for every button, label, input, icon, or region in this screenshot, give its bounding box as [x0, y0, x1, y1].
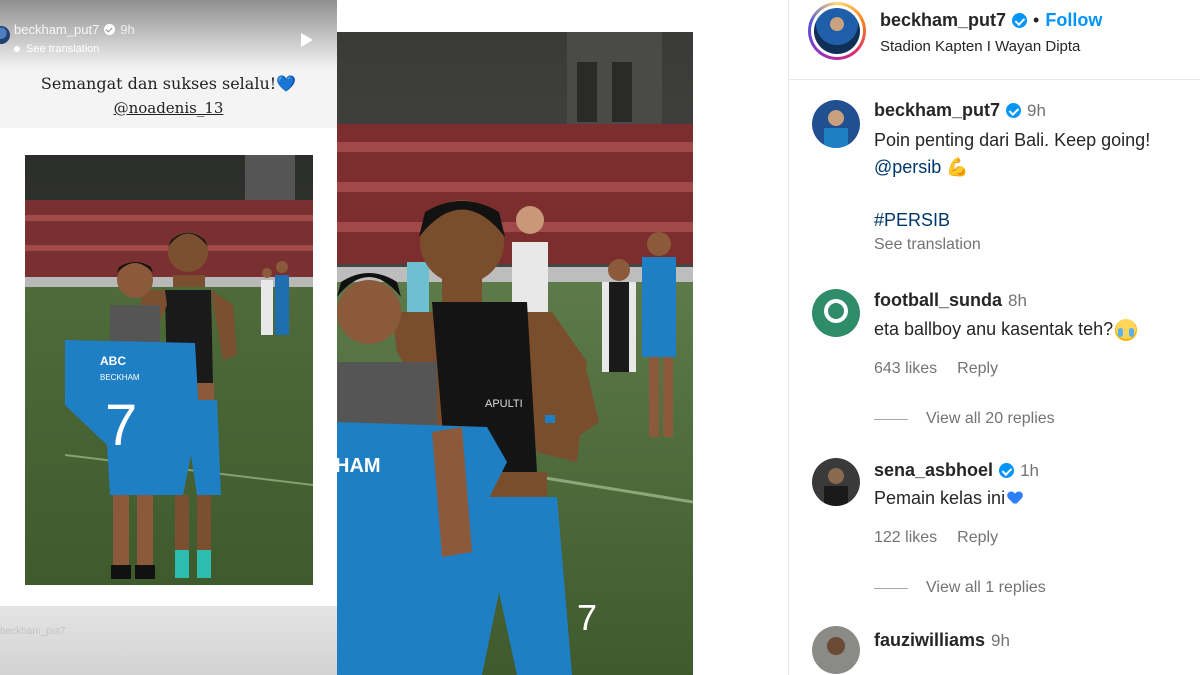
post-photo-image: APULTI 7 HAM — [337, 32, 693, 675]
comment-text: Poin penting dari Bali. Keep going! — [874, 130, 1151, 150]
comment-time: 1h — [1020, 460, 1039, 480]
jersey-fragment-text: HAM — [337, 455, 381, 477]
story-screenshot: beckham_put7 9h See translation Semangat… — [0, 0, 337, 675]
see-translation-link[interactable]: See translation — [874, 236, 981, 254]
comment-username[interactable]: football_sunda — [874, 290, 1002, 311]
crying-emoji — [1115, 319, 1138, 342]
separator-dot: • — [1033, 10, 1040, 30]
hashtag-link[interactable]: #PERSIB — [874, 210, 950, 231]
story-footer-username: beckham_put7 — [0, 626, 66, 637]
story-photo-image: ABC BECKHAM 7 — [25, 155, 313, 585]
jersey-number-text: 7 — [105, 393, 137, 458]
like-count[interactable]: 122 likes — [874, 529, 937, 547]
commenter-avatar[interactable] — [812, 289, 860, 337]
avatar-image — [812, 458, 860, 506]
verified-icon — [1006, 103, 1022, 118]
comment-author-row: beckham_put7 9h — [874, 100, 1046, 121]
avatar-image — [812, 100, 860, 148]
post-location[interactable]: Stadion Kapten I Wayan Dipta — [880, 38, 1080, 55]
post-photo[interactable]: APULTI 7 HAM — [337, 32, 693, 675]
view-replies-label: View all 20 replies — [926, 410, 1055, 427]
story-mention[interactable]: @noadenis_13 — [0, 99, 337, 117]
post-panel: beckham_put7 • Follow Stadion Kapten I W… — [788, 0, 1200, 675]
comment-time: 9h — [1027, 100, 1046, 120]
story-caption: Semangat dan sukses selalu!💙 — [0, 74, 337, 93]
jersey-name-text: BECKHAM — [100, 373, 140, 382]
comment-time: 9h — [991, 630, 1010, 650]
comment-username[interactable]: fauziwilliams — [874, 630, 985, 651]
story-see-translation-label: See translation — [26, 43, 100, 55]
comment-text: eta ballboy anu kasentak teh? — [874, 319, 1114, 339]
reply-button[interactable]: Reply — [957, 360, 998, 378]
commenter-avatar[interactable] — [812, 626, 860, 674]
jersey-sponsor-text: ABC — [100, 354, 126, 368]
blue-heart-emoji: 💙 — [276, 74, 297, 93]
comment-author-row: football_sunda 8h — [874, 290, 1027, 311]
reply-button[interactable]: Reply — [957, 529, 998, 547]
comment-meta: 643 likes Reply — [874, 360, 998, 378]
story-photo: ABC BECKHAM 7 — [25, 155, 313, 585]
post-author-avatar[interactable] — [808, 2, 866, 60]
divider-line — [874, 418, 908, 420]
view-replies-label: View all 1 replies — [926, 579, 1046, 596]
view-replies-button[interactable]: View all 20 replies — [874, 410, 1055, 428]
dot-icon — [14, 46, 20, 52]
story-user-row[interactable]: beckham_put7 9h — [14, 22, 135, 37]
story-time: 9h — [120, 22, 135, 37]
comment-username[interactable]: beckham_put7 — [874, 100, 1000, 121]
commenter-avatar[interactable] — [812, 458, 860, 506]
comment-time: 8h — [1008, 290, 1027, 310]
comment-author-row: sena_asbhoel 1h — [874, 460, 1039, 481]
shirt-sponsor-text: APULTI — [485, 398, 523, 410]
divider-line — [874, 587, 908, 589]
comment-text-row: eta ballboy anu kasentak teh? — [874, 319, 1138, 342]
comment-meta: 122 likes Reply — [874, 529, 998, 547]
blue-heart-emoji — [1008, 492, 1022, 505]
verified-icon — [1012, 13, 1028, 28]
story-username[interactable]: beckham_put7 — [14, 22, 99, 37]
comment-username[interactable]: sena_asbhoel — [874, 460, 993, 481]
comment-author-row: fauziwilliams 9h — [874, 630, 1010, 651]
avatar-image — [812, 626, 860, 674]
post-author-username[interactable]: beckham_put7 — [880, 10, 1006, 31]
comment-mention-row: @persib 💪 — [874, 157, 969, 178]
like-count[interactable]: 643 likes — [874, 360, 937, 378]
flexed-biceps-emoji: 💪 — [946, 157, 969, 177]
follow-button[interactable]: Follow — [1045, 10, 1102, 31]
play-icon[interactable] — [301, 33, 313, 47]
verified-icon — [104, 24, 116, 35]
post-author-row: beckham_put7 • Follow — [880, 10, 1102, 31]
post-header: beckham_put7 • Follow Stadion Kapten I W… — [789, 0, 1200, 80]
story-footer — [0, 606, 337, 675]
comment-text: Pemain kelas ini — [874, 488, 1006, 508]
verified-icon — [999, 463, 1015, 478]
mention-link[interactable]: @persib — [874, 157, 941, 177]
story-see-translation[interactable]: See translation — [14, 43, 99, 55]
commenter-avatar[interactable] — [812, 100, 860, 148]
comment-text-row: Pemain kelas ini — [874, 488, 1022, 509]
story-caption-text: Semangat dan sukses selalu! — [40, 74, 277, 93]
avatar-image — [812, 289, 860, 337]
shorts-number-text: 7 — [577, 597, 597, 638]
view-replies-button[interactable]: View all 1 replies — [874, 579, 1046, 597]
